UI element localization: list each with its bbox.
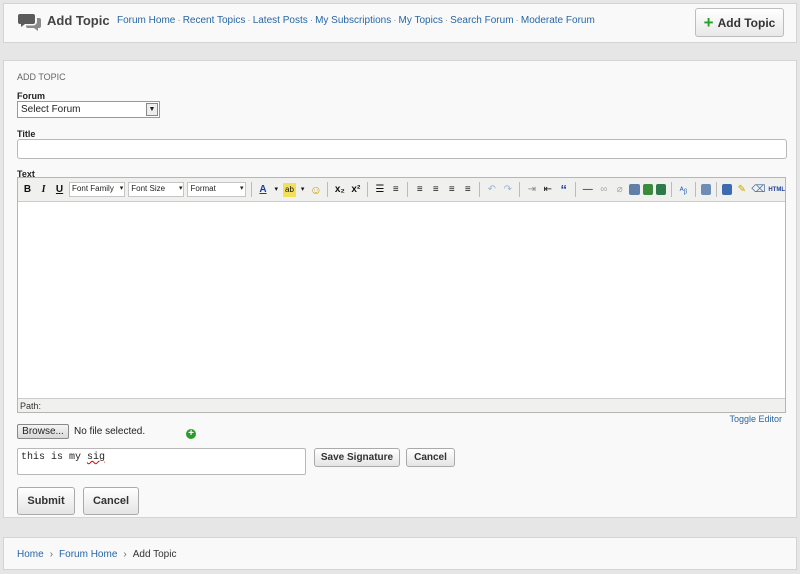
bold-button[interactable]: B <box>21 183 34 197</box>
nav-search-forum[interactable]: Search Forum <box>450 15 513 26</box>
save-signature-button[interactable]: Save Signature <box>314 448 400 467</box>
submit-button[interactable]: Submit <box>17 487 75 515</box>
forum-nav: Forum Home · Recent Topics · Latest Posts · My… <box>117 15 595 26</box>
toggle-editor-link[interactable]: Toggle Editor <box>729 414 782 424</box>
blockquote-icon[interactable]: “ <box>557 182 570 197</box>
toolbar-divider <box>367 182 369 197</box>
breadcrumb-forum-home[interactable]: Forum Home <box>59 549 117 560</box>
toolbar-divider <box>407 182 409 197</box>
title-label: Title <box>17 129 36 139</box>
remove-format-icon[interactable]: ⌫ <box>751 183 765 197</box>
toolbar-divider <box>694 182 696 197</box>
forum-label: Forum <box>17 91 45 101</box>
chevron-down-icon[interactable]: ▾ <box>273 183 280 197</box>
toolbar-divider <box>479 182 481 197</box>
file-status: No file selected. <box>74 426 146 437</box>
chat-bubbles-icon <box>18 12 42 35</box>
page-title: Add Topic <box>47 13 110 28</box>
image-icon[interactable] <box>629 184 640 195</box>
format-select[interactable]: Format <box>187 182 246 197</box>
rich-text-editor: B I U Font Family Font Size Format A ▾ a… <box>17 177 786 413</box>
nav-my-topics[interactable]: My Topics <box>399 15 443 26</box>
outdent-icon[interactable]: ⇤ <box>541 183 554 197</box>
plus-icon: + <box>703 12 714 32</box>
highlight-color-icon[interactable]: ab <box>282 182 296 197</box>
italic-button[interactable]: I <box>37 183 50 197</box>
cancel-signature-button[interactable]: Cancel <box>406 448 455 467</box>
nav-my-subscriptions[interactable]: My Subscriptions <box>315 15 391 26</box>
nav-latest-posts[interactable]: Latest Posts <box>253 15 308 26</box>
media-icon[interactable] <box>642 184 653 195</box>
html-source-button[interactable]: HTML <box>768 183 785 197</box>
add-topic-label: Add Topic <box>717 15 776 30</box>
indent-icon[interactable]: ⇥ <box>525 183 538 197</box>
editor-body[interactable] <box>18 202 785 399</box>
align-left-icon[interactable]: ≡ <box>413 183 426 197</box>
film-icon[interactable] <box>655 184 666 195</box>
toolbar-divider <box>575 182 577 197</box>
underline-button[interactable]: U <box>53 183 66 197</box>
link-icon[interactable]: ∞ <box>597 183 610 197</box>
forum-select-value: Select Forum <box>21 104 81 115</box>
align-right-icon[interactable]: ≡ <box>445 183 458 197</box>
toolbar-divider <box>519 182 521 197</box>
forum-select[interactable]: Select Forum ▼ <box>17 101 160 118</box>
font-size-select[interactable]: Font Size <box>128 182 185 197</box>
smiley-icon[interactable]: ☺ <box>309 183 322 197</box>
cancel-button[interactable]: Cancel <box>83 487 139 515</box>
nav-moderate-forum[interactable]: Moderate Forum <box>521 15 595 26</box>
text-color-icon[interactable]: A <box>257 183 270 197</box>
align-justify-icon[interactable]: ≡ <box>461 183 474 197</box>
browse-button[interactable]: Browse... <box>17 424 69 439</box>
chevron-down-icon[interactable]: ▾ <box>299 183 306 197</box>
undo-icon[interactable]: ↶ <box>485 183 498 197</box>
spellcheck-icon[interactable]: ᴬᵦ <box>677 183 690 197</box>
superscript-button[interactable]: x² <box>349 183 362 197</box>
unlink-icon[interactable]: ⌀ <box>613 183 626 197</box>
toolbar-divider <box>671 182 672 197</box>
nav-forum-home[interactable]: Forum Home <box>117 15 175 26</box>
add-topic-button[interactable]: + Add Topic <box>695 8 784 37</box>
cleanup-icon[interactable]: ✎ <box>735 183 748 197</box>
horizontal-rule-icon[interactable]: — <box>581 183 594 197</box>
align-center-icon[interactable]: ≡ <box>429 183 442 197</box>
subscript-button[interactable]: x₂ <box>333 183 346 197</box>
editor-toolbar: B I U Font Family Font Size Format A ▾ a… <box>18 178 785 202</box>
toolbar-divider <box>716 182 718 197</box>
add-attachment-icon[interactable]: + <box>186 429 196 439</box>
redo-icon[interactable]: ↷ <box>501 183 514 197</box>
breadcrumb-current: Add Topic <box>132 549 177 560</box>
header-bar: Add Topic Forum Home · Recent Topics · Lates… <box>3 3 797 43</box>
add-topic-form: ADD TOPIC Forum Select Forum ▼ Title Tex… <box>3 60 797 518</box>
editor-path-label: Path: <box>20 401 42 411</box>
title-input[interactable] <box>17 139 787 159</box>
toolbar-divider <box>250 182 252 197</box>
print-icon[interactable] <box>700 184 712 195</box>
breadcrumb-bar: Home › Forum Home › Add Topic <box>3 537 797 570</box>
breadcrumb: Home › Forum Home › Add Topic <box>17 549 177 560</box>
section-heading: ADD TOPIC <box>17 72 66 82</box>
breadcrumb-home[interactable]: Home <box>17 549 44 560</box>
signature-input[interactable]: this is my sig <box>17 448 306 475</box>
bullet-list-icon[interactable]: ☰ <box>373 183 386 197</box>
font-family-select[interactable]: Font Family <box>69 182 126 197</box>
chevron-down-icon: ▼ <box>146 103 158 116</box>
numbered-list-icon[interactable]: ≡ <box>389 183 402 197</box>
preview-icon[interactable] <box>722 184 733 195</box>
nav-recent-topics[interactable]: Recent Topics <box>183 15 246 26</box>
toolbar-divider <box>327 182 329 197</box>
